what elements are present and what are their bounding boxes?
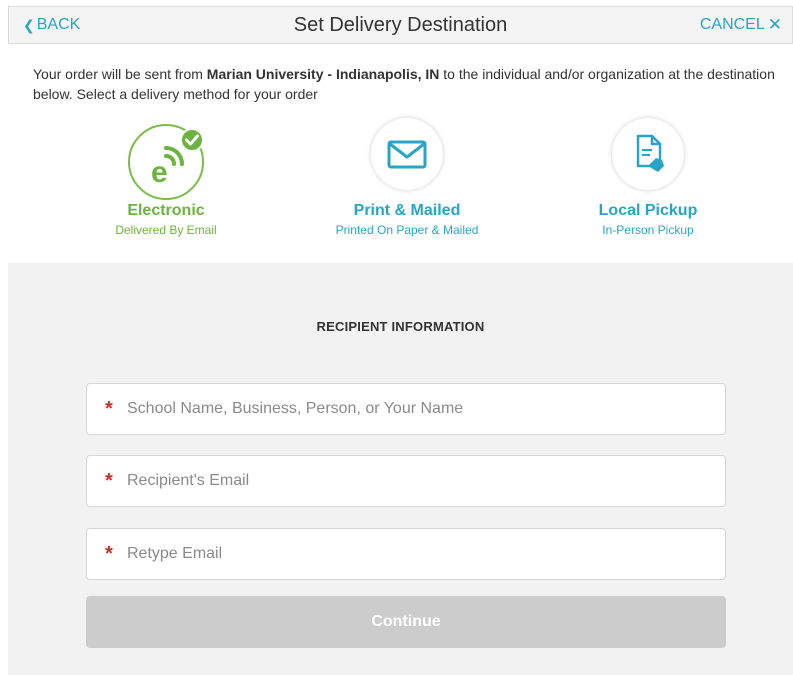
recipient-name-input[interactable] <box>125 389 725 429</box>
method-electronic-sub: Delivered By Email <box>115 223 217 237</box>
retype-email-input[interactable] <box>125 534 725 574</box>
back-button[interactable]: ❮ BACK <box>23 7 80 43</box>
recipient-form: RECIPIENT INFORMATION * * * Continue <box>8 263 793 675</box>
order-intro-text: Your order will be sent from Marian Univ… <box>33 64 783 104</box>
electronic-icon: e <box>128 124 204 200</box>
header-bar: ❮ BACK Set Delivery Destination CANCEL ✕ <box>8 6 793 44</box>
required-icon: * <box>105 397 113 420</box>
required-icon: * <box>105 542 113 565</box>
origin-school: Marian University - Indianapolis, IN <box>206 66 440 82</box>
chevron-left-icon: ❮ <box>23 17 35 33</box>
intro-text-before: Your order will be sent from <box>33 66 207 82</box>
continue-button[interactable]: Continue <box>86 596 726 648</box>
recipient-email-field[interactable]: * <box>86 455 726 507</box>
method-print-mailed-label: Print & Mailed <box>353 202 461 219</box>
cancel-label: CANCEL <box>699 16 765 33</box>
method-local-pickup-label: Local Pickup <box>598 202 698 219</box>
document-hand-icon <box>612 118 684 190</box>
page-title: Set Delivery Destination <box>293 14 508 36</box>
retype-email-field[interactable]: * <box>86 528 726 580</box>
cancel-button[interactable]: CANCEL ✕ <box>700 7 782 43</box>
close-icon: ✕ <box>767 15 782 34</box>
recipient-email-input[interactable] <box>125 461 725 501</box>
method-electronic[interactable]: e Electronic Delivered By Email <box>66 118 266 237</box>
back-label: BACK <box>36 16 81 33</box>
recipient-heading: RECIPIENT INFORMATION <box>316 319 485 334</box>
method-print-mailed[interactable]: Print & Mailed Printed On Paper & Mailed <box>307 118 507 237</box>
method-local-pickup[interactable]: Local Pickup In-Person Pickup <box>548 118 748 237</box>
method-electronic-label: Electronic <box>127 202 205 219</box>
envelope-icon <box>371 118 443 190</box>
method-print-mailed-sub: Printed On Paper & Mailed <box>335 223 479 237</box>
required-icon: * <box>105 469 113 492</box>
svg-text:e: e <box>151 156 168 189</box>
method-local-pickup-sub: In-Person Pickup <box>602 223 694 237</box>
recipient-name-field[interactable]: * <box>86 383 726 435</box>
